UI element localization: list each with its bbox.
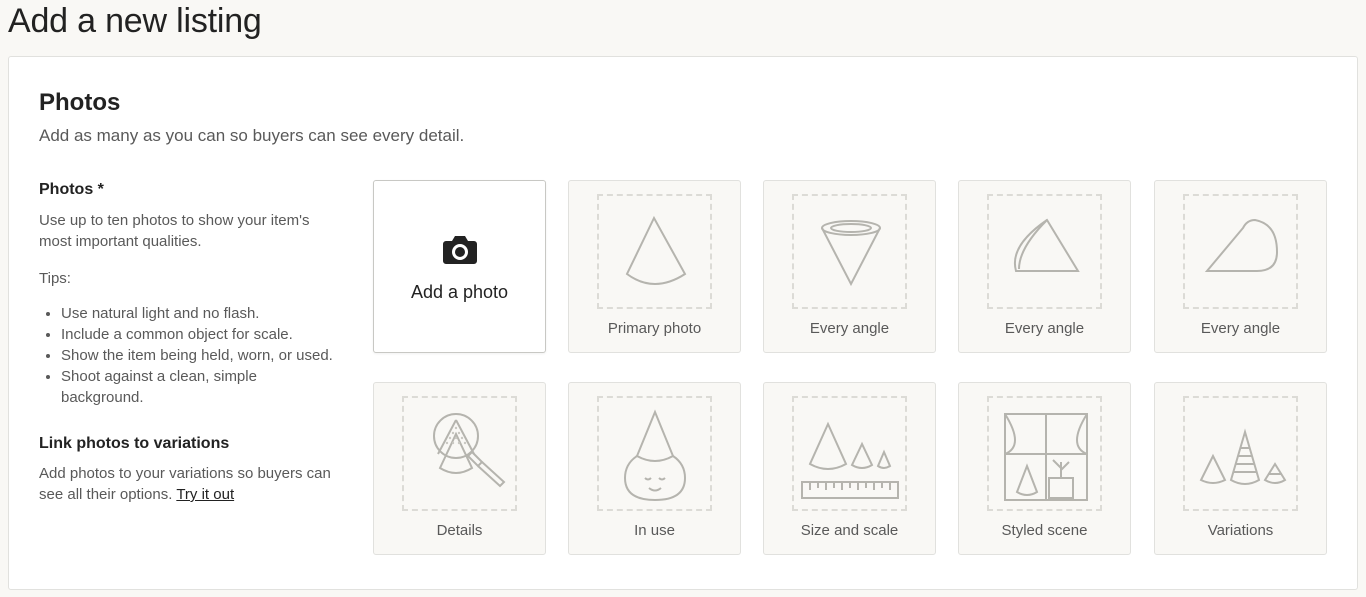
tile-caption: In use <box>634 522 675 539</box>
tile-caption: Primary photo <box>607 320 702 337</box>
cone-inverted-icon <box>821 220 881 287</box>
placeholder-variations: Variations <box>1154 382 1327 555</box>
photos-card: Photos Add as many as you can so buyers … <box>8 56 1358 590</box>
tile-caption: Size and scale <box>800 522 899 539</box>
tip-item: Use natural light and no flash. <box>61 303 339 324</box>
tips-label: Tips: <box>39 270 71 287</box>
add-photo-button[interactable]: Add a photo <box>373 180 546 353</box>
placeholder-primary-photo: Primary photo <box>568 180 741 353</box>
tip-item: Show the item being held, worn, or used. <box>61 345 339 366</box>
party-hat-face-icon <box>623 409 687 502</box>
cone-tilted-icon <box>1014 218 1080 272</box>
try-it-out-link[interactable]: Try it out <box>176 486 234 503</box>
placeholder-angle-top: Every angle <box>763 180 936 353</box>
link-variations-title: Link photos to variations <box>39 435 230 452</box>
cones-ruler-icon <box>801 421 899 499</box>
tip-item: Include a common object for scale. <box>61 324 339 345</box>
window-scene-icon <box>1004 413 1088 501</box>
tips-list: Use natural light and no flash. Include … <box>39 303 339 408</box>
cone-back-icon <box>1204 218 1279 272</box>
page-title: Add a new listing <box>8 2 262 40</box>
tile-caption: Every angle <box>809 320 890 337</box>
placeholder-details: Details <box>373 382 546 555</box>
section-subtitle: Add as many as you can so buyers can see… <box>39 126 465 145</box>
placeholder-in-use: In use <box>568 382 741 555</box>
placeholder-size-scale: Size and scale <box>763 382 936 555</box>
placeholder-angle-back: Every angle <box>1154 180 1327 353</box>
photos-field-label: Photos * <box>39 181 104 198</box>
cone-variations-icon <box>1199 428 1287 485</box>
tile-caption: Every angle <box>1200 320 1281 337</box>
cone-icon <box>625 215 687 285</box>
tile-caption: Every angle <box>1004 320 1085 337</box>
section-title: Photos <box>39 89 121 116</box>
photos-help-text: Use up to ten photos to show your item's… <box>39 212 310 250</box>
magnifier-cone-icon <box>433 413 506 488</box>
add-photo-label: Add a photo <box>410 282 509 302</box>
link-variations-text: Add photos to your variations so buyers … <box>39 463 339 505</box>
placeholder-styled-scene: Styled scene <box>958 382 1131 555</box>
placeholder-angle-side: Every angle <box>958 180 1131 353</box>
tile-caption: Details <box>436 522 483 539</box>
photos-help-column: Photos * Use up to ten photos to show yo… <box>39 179 339 505</box>
camera-icon <box>443 236 477 264</box>
tip-item: Shoot against a clean, simple background… <box>61 366 339 408</box>
tile-caption: Styled scene <box>1001 522 1088 539</box>
tile-caption: Variations <box>1207 522 1274 539</box>
